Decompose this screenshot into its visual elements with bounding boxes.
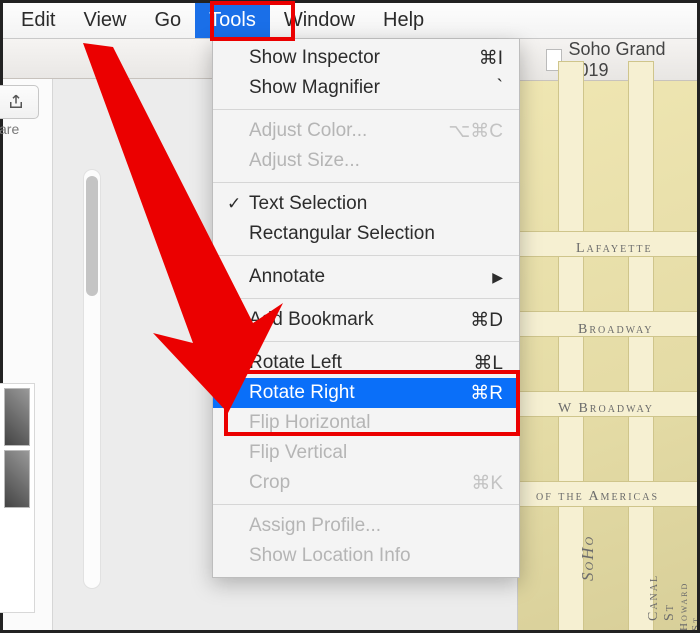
menu-window[interactable]: Window (270, 3, 369, 38)
menu-item-show-location-info: Show Location Info (213, 541, 519, 571)
thumbnail[interactable] (4, 450, 30, 508)
menu-shortcut: ` (497, 77, 503, 99)
street-label-howard: Howard St (678, 582, 697, 630)
menu-separator (213, 504, 519, 505)
menu-item-assign-profile: Assign Profile... (213, 511, 519, 541)
menu-shortcut: ⌘L (473, 352, 503, 375)
share-icon (7, 93, 25, 111)
share-label: are (0, 121, 19, 137)
menu-item-label: Show Magnifier (249, 77, 497, 99)
menu-shortcut: ⌘I (479, 47, 503, 70)
menu-separator (213, 341, 519, 342)
menu-item-label: Flip Horizontal (249, 412, 503, 434)
menu-item-add-bookmark[interactable]: Add Bookmark⌘D (213, 305, 519, 335)
menu-shortcut: ⌘K (471, 472, 503, 495)
menu-item-label: Flip Vertical (249, 442, 503, 464)
menubar: Edit View Go Tools Window Help (3, 3, 697, 39)
menu-help[interactable]: Help (369, 3, 438, 38)
menu-item-rectangular-selection[interactable]: Rectangular Selection (213, 219, 519, 249)
street (628, 61, 654, 630)
menu-shortcut: ⌥⌘C (448, 120, 503, 143)
menu-item-adjust-color: Adjust Color...⌥⌘C (213, 116, 519, 146)
chevron-right-icon: ▶ (492, 269, 503, 286)
document-window: Soho Grand 2019 Lafayette Broadway W Bro… (517, 39, 697, 630)
check-icon: ✓ (227, 194, 241, 214)
thumbnail[interactable] (4, 388, 30, 446)
window-toolbar (3, 39, 213, 79)
menu-item-label: Show Location Info (249, 545, 503, 567)
menu-edit[interactable]: Edit (7, 3, 69, 38)
thumbnail-strip (0, 383, 35, 613)
menu-item-show-inspector[interactable]: Show Inspector⌘I (213, 43, 519, 73)
menu-view[interactable]: View (69, 3, 140, 38)
menu-separator (213, 182, 519, 183)
street-label-americas: of the Americas (536, 489, 659, 505)
menu-shortcut: ⌘D (470, 309, 503, 332)
menu-item-label: Adjust Color... (249, 120, 448, 142)
menu-item-text-selection[interactable]: ✓ Text Selection (213, 189, 519, 219)
menu-item-label: Rotate Left (249, 352, 473, 374)
menu-separator (213, 255, 519, 256)
map: Lafayette Broadway W Broadway of the Ame… (518, 81, 697, 630)
menu-separator (213, 109, 519, 110)
menu-item-crop: Crop⌘K (213, 468, 519, 498)
menu-item-label: Add Bookmark (249, 309, 470, 331)
street-label-soho: SoHo (578, 535, 598, 581)
window-title: Soho Grand 2019 (518, 39, 697, 81)
menu-item-show-magnifier[interactable]: Show Magnifier` (213, 73, 519, 103)
menu-item-flip-horizontal: Flip Horizontal (213, 408, 519, 438)
menu-item-adjust-size: Adjust Size... (213, 146, 519, 176)
menu-item-label: Rotate Right (249, 382, 470, 404)
menu-go[interactable]: Go (140, 3, 195, 38)
street-label-broadway: Broadway (578, 322, 654, 338)
scrollbar[interactable] (83, 169, 101, 589)
menu-item-rotate-right[interactable]: Rotate Right⌘R (213, 378, 519, 408)
menu-item-rotate-left[interactable]: Rotate Left⌘L (213, 348, 519, 378)
menu-tools[interactable]: Tools (195, 3, 270, 38)
menu-item-label: Text Selection (249, 193, 503, 215)
menu-item-annotate[interactable]: Annotate▶ (213, 262, 519, 292)
tools-menu: Show Inspector⌘IShow Magnifier`Adjust Co… (212, 39, 520, 578)
street-label-canal: Canal St (646, 570, 678, 621)
menu-item-label: Rectangular Selection (249, 223, 503, 245)
street-label-lafayette: Lafayette (576, 241, 653, 257)
street-label-wbroadway: W Broadway (558, 401, 654, 417)
menu-item-label: Crop (249, 472, 471, 494)
scrollbar-thumb[interactable] (86, 176, 98, 296)
menu-item-flip-vertical: Flip Vertical (213, 438, 519, 468)
menu-item-label: Assign Profile... (249, 515, 503, 537)
menu-shortcut: ⌘R (470, 382, 503, 405)
share-button[interactable] (0, 85, 39, 119)
menu-item-label: Annotate (249, 266, 492, 288)
menu-item-label: Show Inspector (249, 47, 479, 69)
menu-item-label: Adjust Size... (249, 150, 503, 172)
menu-separator (213, 298, 519, 299)
